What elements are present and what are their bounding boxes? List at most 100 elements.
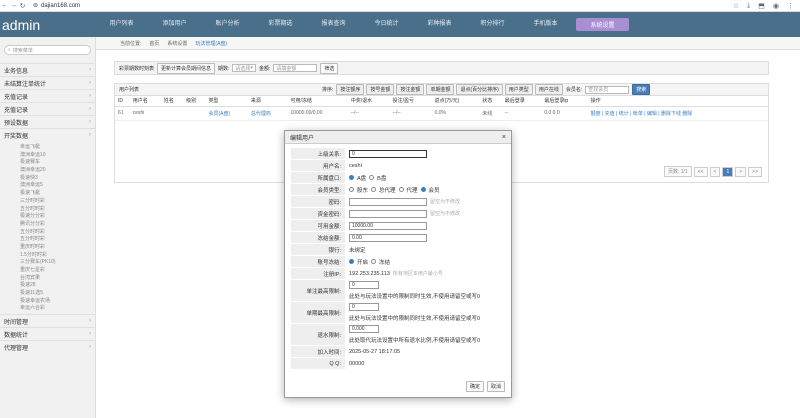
sort-button-4[interactable]: 退点(百分比排序)	[456, 84, 503, 95]
topnav-item-6[interactable]: 彩种报表	[413, 18, 466, 31]
sidebar-subitem[interactable]: 澳洲幸运10	[0, 151, 95, 159]
sidebar-group-3[interactable]: 充值记录 ›	[0, 102, 95, 115]
member-search-button[interactable]: 搜索	[632, 84, 651, 95]
sidebar-group-bottom-1[interactable]: 数据统计 ›	[0, 327, 95, 340]
sort-button-6[interactable]: 用户在线	[534, 84, 563, 95]
update-calc-button[interactable]: 更新计算会员期间信息	[157, 62, 216, 74]
topnav-item-2[interactable]: 账户分析	[201, 18, 254, 31]
amount-input[interactable]: 请填金额	[273, 64, 318, 72]
sidebar-subitem[interactable]: 重庆时时彩	[0, 243, 95, 251]
breadcrumb-home[interactable]: 首页	[149, 40, 159, 47]
topnav-item-4[interactable]: 报表查询	[307, 18, 360, 31]
sort-button-0[interactable]: 按注额序	[336, 84, 365, 95]
sort-button-5[interactable]: 用户类型	[504, 84, 533, 95]
sidebar-subitem[interactable]: 五分时时彩	[0, 228, 95, 236]
period-limit-input[interactable]: 0	[349, 303, 379, 311]
table-header-cell: 类型	[205, 96, 248, 107]
sidebar-subitem[interactable]: 澳洲幸运20	[0, 166, 95, 174]
type-shareholder-radio[interactable]	[349, 187, 354, 192]
menu-dots-icon[interactable]: ⋮	[787, 2, 794, 10]
sidebar-group-5[interactable]: 开奖数据 ›	[0, 128, 95, 141]
type-agent-radio[interactable]	[398, 187, 404, 192]
form-row-ip: 注册IP: 192.253.235.113 所有地区本用户最小号	[291, 268, 511, 280]
sidebar-subitem[interactable]: 台湾宾果	[0, 274, 95, 282]
address-bar[interactable]: ⊜ dajian168.com	[33, 2, 80, 10]
period-select[interactable]: 请选择 ▾	[232, 64, 256, 72]
member-search-input[interactable]: 查找会员	[585, 85, 630, 94]
bookmark-star-icon[interactable]: ☆	[733, 2, 739, 10]
topnav-item-8[interactable]: 手机版本	[519, 18, 572, 31]
last-page-button[interactable]: >>	[748, 166, 762, 177]
status-on-radio[interactable]	[349, 259, 354, 264]
table-header-cell: 中奖/退水	[347, 96, 390, 107]
topnav-item-3[interactable]: 彩票期选	[254, 18, 307, 31]
sidebar-subitem[interactable]: 极速飞艇	[0, 189, 95, 197]
close-icon[interactable]: ×	[502, 134, 506, 141]
sidebar-subitem[interactable]: 重庆七星彩	[0, 266, 95, 274]
sidebar-subitem[interactable]: 极速28	[0, 281, 95, 289]
sidebar-group-0[interactable]: 业务信息 ›	[0, 63, 95, 76]
sidebar-subitem[interactable]: 极速快3	[0, 174, 95, 182]
download-icon[interactable]: ⤓	[747, 2, 750, 10]
confirm-button[interactable]: 确定	[465, 381, 484, 392]
available-input[interactable]: 10000.00	[349, 221, 427, 230]
rebate-input[interactable]: 0.000	[349, 325, 379, 333]
status-off-radio[interactable]	[371, 259, 377, 264]
bank-value: 未绑定	[349, 247, 366, 254]
reload-icon[interactable]: ↻	[18, 2, 27, 10]
market-a-radio[interactable]	[349, 175, 354, 180]
profile-icon[interactable]: ◉	[773, 2, 779, 10]
sidebar-group-2[interactable]: 充值记录 ›	[0, 89, 95, 102]
sidebar-subitem[interactable]: 五分时时彩	[0, 235, 95, 243]
back-icon[interactable]: ←	[0, 2, 9, 9]
breadcrumb-mid[interactable]: 系统设置	[167, 40, 187, 47]
filter-submit-button[interactable]: 筛选	[320, 62, 339, 74]
prev-page-button[interactable]: <	[709, 166, 721, 177]
sidebar-subitem[interactable]: 幸运飞艇	[0, 143, 95, 151]
table-cell	[160, 106, 184, 121]
sidebar-subitem[interactable]: 极速11选5	[0, 289, 95, 297]
topnav-item-9[interactable]: 系统设置	[576, 18, 629, 31]
password-input[interactable]	[349, 197, 427, 206]
ip-note[interactable]: 所有地区本用户最小号	[393, 270, 443, 277]
extension-icon[interactable]: ⬒	[758, 2, 765, 10]
table-cell[interactable]: 会员(A盘)	[205, 106, 248, 121]
sidebar-group-1[interactable]: 未结算注单统计 ›	[0, 76, 95, 89]
topnav-item-1[interactable]: 添加用户	[148, 18, 201, 31]
table-cell[interactable]: 总代理商	[247, 106, 288, 121]
forward-icon[interactable]: →	[9, 2, 18, 9]
sidebar-group-bottom-0[interactable]: 时间管理 ›	[0, 314, 95, 327]
sidebar-search[interactable]: ⌕ 搜索菜单	[4, 45, 91, 55]
next-page-button[interactable]: >	[735, 166, 747, 177]
sidebar-subitem[interactable]: 极速幸运农场	[0, 297, 95, 305]
topnav-item-7[interactable]: 积分排行	[466, 18, 519, 31]
sidebar-subitem[interactable]: 1.5分时时彩	[0, 251, 95, 259]
sidebar-subitem[interactable]: 幸运六合彩	[0, 304, 95, 312]
table-cell[interactable]: 额度 | 充值 | 统计 | 帐单 | 编辑 | 删除下线 删除	[587, 106, 768, 121]
single-limit-input[interactable]: 0	[349, 281, 379, 289]
cancel-button[interactable]: 取消	[486, 381, 505, 392]
table-cell	[183, 106, 206, 121]
page-1-button[interactable]: 1	[722, 166, 734, 177]
sort-button-1[interactable]: 按号金额	[366, 84, 395, 95]
market-b-radio[interactable]	[369, 175, 375, 180]
sidebar-group-bottom-2[interactable]: 代理管理 ›	[0, 340, 95, 353]
sort-button-3[interactable]: 单期金额	[426, 84, 455, 95]
type-member-radio[interactable]	[420, 187, 426, 192]
sidebar-group-4[interactable]: 预设数据 ›	[0, 115, 95, 128]
frozen-input[interactable]: 0.00	[349, 233, 427, 242]
first-page-button[interactable]: <<	[693, 166, 708, 177]
topnav-item-5[interactable]: 今日统计	[360, 18, 413, 31]
sidebar-subitem[interactable]: 澳洲幸运5	[0, 181, 95, 189]
sidebar-subitem[interactable]: 极速赛车	[0, 158, 95, 166]
fund-password-input[interactable]	[349, 209, 427, 218]
sidebar-subitem[interactable]: 五分时时彩	[0, 205, 95, 213]
sidebar-subitem[interactable]: 腾讯分分彩	[0, 220, 95, 228]
sidebar-subitem[interactable]: 极速分分彩	[0, 212, 95, 220]
superior-input[interactable]: 0	[349, 149, 427, 158]
type-general-agent-radio[interactable]	[371, 187, 377, 192]
sort-button-2[interactable]: 按注金额	[396, 84, 425, 95]
sidebar-subitem[interactable]: 三分赛车(PK10)	[0, 258, 95, 266]
sidebar-subitem[interactable]: 三分时时彩	[0, 197, 95, 205]
topnav-item-0[interactable]: 用户列表	[95, 18, 148, 31]
